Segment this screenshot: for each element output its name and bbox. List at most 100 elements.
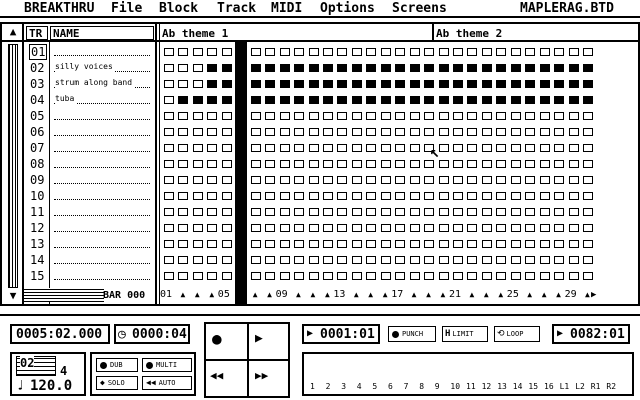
pattern-cell[interactable] bbox=[366, 96, 377, 104]
pattern-cell[interactable] bbox=[164, 160, 174, 168]
pattern-cell[interactable] bbox=[294, 128, 305, 136]
track-number[interactable]: 15 bbox=[29, 268, 47, 284]
pattern-cell[interactable] bbox=[164, 48, 174, 56]
pattern-cell[interactable] bbox=[510, 224, 521, 232]
pattern-cell[interactable] bbox=[568, 224, 579, 232]
pattern-cell[interactable] bbox=[337, 128, 348, 136]
pattern-cell[interactable] bbox=[409, 272, 420, 280]
pattern-cell[interactable] bbox=[279, 128, 290, 136]
pattern-cell[interactable] bbox=[424, 208, 435, 216]
pattern-cell[interactable] bbox=[409, 144, 420, 152]
pattern-cell[interactable] bbox=[322, 80, 333, 88]
pattern-cell[interactable] bbox=[192, 96, 203, 104]
pattern-cell[interactable] bbox=[510, 160, 521, 168]
channel-label[interactable]: R2 bbox=[606, 382, 616, 391]
pattern-cell[interactable] bbox=[409, 192, 420, 200]
pattern-cell[interactable] bbox=[178, 240, 189, 248]
pattern-cell[interactable] bbox=[192, 176, 203, 184]
pattern-cell[interactable] bbox=[308, 272, 319, 280]
pattern-cell[interactable] bbox=[438, 64, 449, 72]
pattern-cell[interactable] bbox=[496, 144, 507, 152]
pattern-cell[interactable] bbox=[496, 192, 507, 200]
ruler-scroll-right-icon[interactable]: ▶ bbox=[591, 290, 596, 300]
pattern-cell[interactable] bbox=[192, 112, 203, 120]
pattern-cell[interactable] bbox=[380, 224, 391, 232]
pattern-cell[interactable] bbox=[467, 272, 478, 280]
pattern-cell[interactable] bbox=[554, 96, 565, 104]
pattern-cell[interactable] bbox=[265, 128, 276, 136]
pattern-cell[interactable] bbox=[583, 224, 594, 232]
track-name[interactable] bbox=[52, 188, 152, 204]
pattern-cell[interactable] bbox=[496, 256, 507, 264]
pattern-cell[interactable] bbox=[192, 256, 203, 264]
limit-button[interactable]: H LIMIT bbox=[442, 326, 488, 342]
track-name[interactable]: strum along band bbox=[52, 76, 152, 92]
pattern-cell[interactable] bbox=[453, 96, 463, 104]
pattern-cell[interactable] bbox=[351, 192, 362, 200]
channel-label[interactable]: 11 bbox=[466, 382, 476, 391]
pattern-cell[interactable] bbox=[279, 160, 290, 168]
pattern-cell[interactable] bbox=[583, 80, 594, 88]
pattern-cell[interactable] bbox=[395, 192, 406, 200]
pattern-cell[interactable] bbox=[380, 128, 391, 136]
pattern-cell[interactable] bbox=[337, 272, 348, 280]
pattern-cell[interactable] bbox=[178, 224, 189, 232]
track-number[interactable]: 11 bbox=[29, 204, 47, 220]
pattern-cell[interactable] bbox=[221, 240, 232, 248]
pattern-cell[interactable] bbox=[395, 96, 406, 104]
pattern-cell[interactable] bbox=[250, 128, 261, 136]
pattern-cell[interactable] bbox=[207, 208, 218, 216]
pattern-cell[interactable] bbox=[568, 80, 579, 88]
pattern-cell[interactable] bbox=[438, 96, 449, 104]
pattern-cell[interactable] bbox=[583, 192, 594, 200]
track-name[interactable] bbox=[52, 236, 152, 252]
pattern-cell[interactable] bbox=[308, 160, 319, 168]
pattern-cell[interactable] bbox=[583, 272, 594, 280]
pattern-cell[interactable] bbox=[409, 80, 420, 88]
track-name[interactable] bbox=[52, 108, 152, 124]
pattern-cell[interactable] bbox=[351, 160, 362, 168]
pattern-cell[interactable] bbox=[294, 160, 305, 168]
pattern-cell[interactable] bbox=[207, 144, 218, 152]
pattern-cell[interactable] bbox=[481, 80, 492, 88]
pattern-cell[interactable] bbox=[337, 80, 348, 88]
pattern-cell[interactable] bbox=[366, 240, 377, 248]
track-name[interactable] bbox=[52, 140, 152, 156]
pattern-cell[interactable] bbox=[525, 112, 536, 120]
pattern-cell[interactable] bbox=[510, 96, 521, 104]
track-number[interactable]: 10 bbox=[29, 188, 47, 204]
pattern-cell[interactable] bbox=[351, 112, 362, 120]
pattern-cell[interactable] bbox=[395, 128, 406, 136]
pattern-cell[interactable] bbox=[496, 128, 507, 136]
pattern-cell[interactable] bbox=[322, 144, 333, 152]
pattern-cell[interactable] bbox=[568, 96, 579, 104]
channel-label[interactable]: 14 bbox=[513, 382, 523, 391]
pattern-cell[interactable] bbox=[568, 112, 579, 120]
pattern-cell[interactable] bbox=[568, 64, 579, 72]
pattern-cell[interactable] bbox=[409, 112, 420, 120]
pattern-cell[interactable] bbox=[481, 256, 492, 264]
meter-tempo-box[interactable]: 02 4 ♩ 120.0 bbox=[10, 352, 86, 396]
pattern-cell[interactable] bbox=[539, 224, 550, 232]
pattern-cell[interactable] bbox=[583, 144, 594, 152]
pattern-cell[interactable] bbox=[192, 192, 203, 200]
pattern-cell[interactable] bbox=[337, 144, 348, 152]
pattern-cell[interactable] bbox=[250, 256, 261, 264]
pattern-cell[interactable] bbox=[308, 64, 319, 72]
pattern-cell[interactable] bbox=[308, 192, 319, 200]
pattern-cell[interactable] bbox=[395, 64, 406, 72]
channel-label[interactable]: L1 bbox=[560, 382, 570, 391]
pattern-cell[interactable] bbox=[510, 112, 521, 120]
pattern-cell[interactable] bbox=[380, 240, 391, 248]
pattern-cell[interactable] bbox=[207, 224, 218, 232]
pattern-cell[interactable] bbox=[481, 176, 492, 184]
pattern-cell[interactable] bbox=[178, 144, 189, 152]
pattern-cell[interactable] bbox=[221, 112, 232, 120]
pattern-cell[interactable] bbox=[178, 48, 189, 56]
pattern-cell[interactable] bbox=[409, 176, 420, 184]
pattern-cell[interactable] bbox=[221, 176, 232, 184]
pattern-cell[interactable] bbox=[192, 272, 203, 280]
pattern-cell[interactable] bbox=[481, 240, 492, 248]
channel-label[interactable]: 9 bbox=[435, 382, 440, 391]
pattern-cell[interactable] bbox=[525, 240, 536, 248]
